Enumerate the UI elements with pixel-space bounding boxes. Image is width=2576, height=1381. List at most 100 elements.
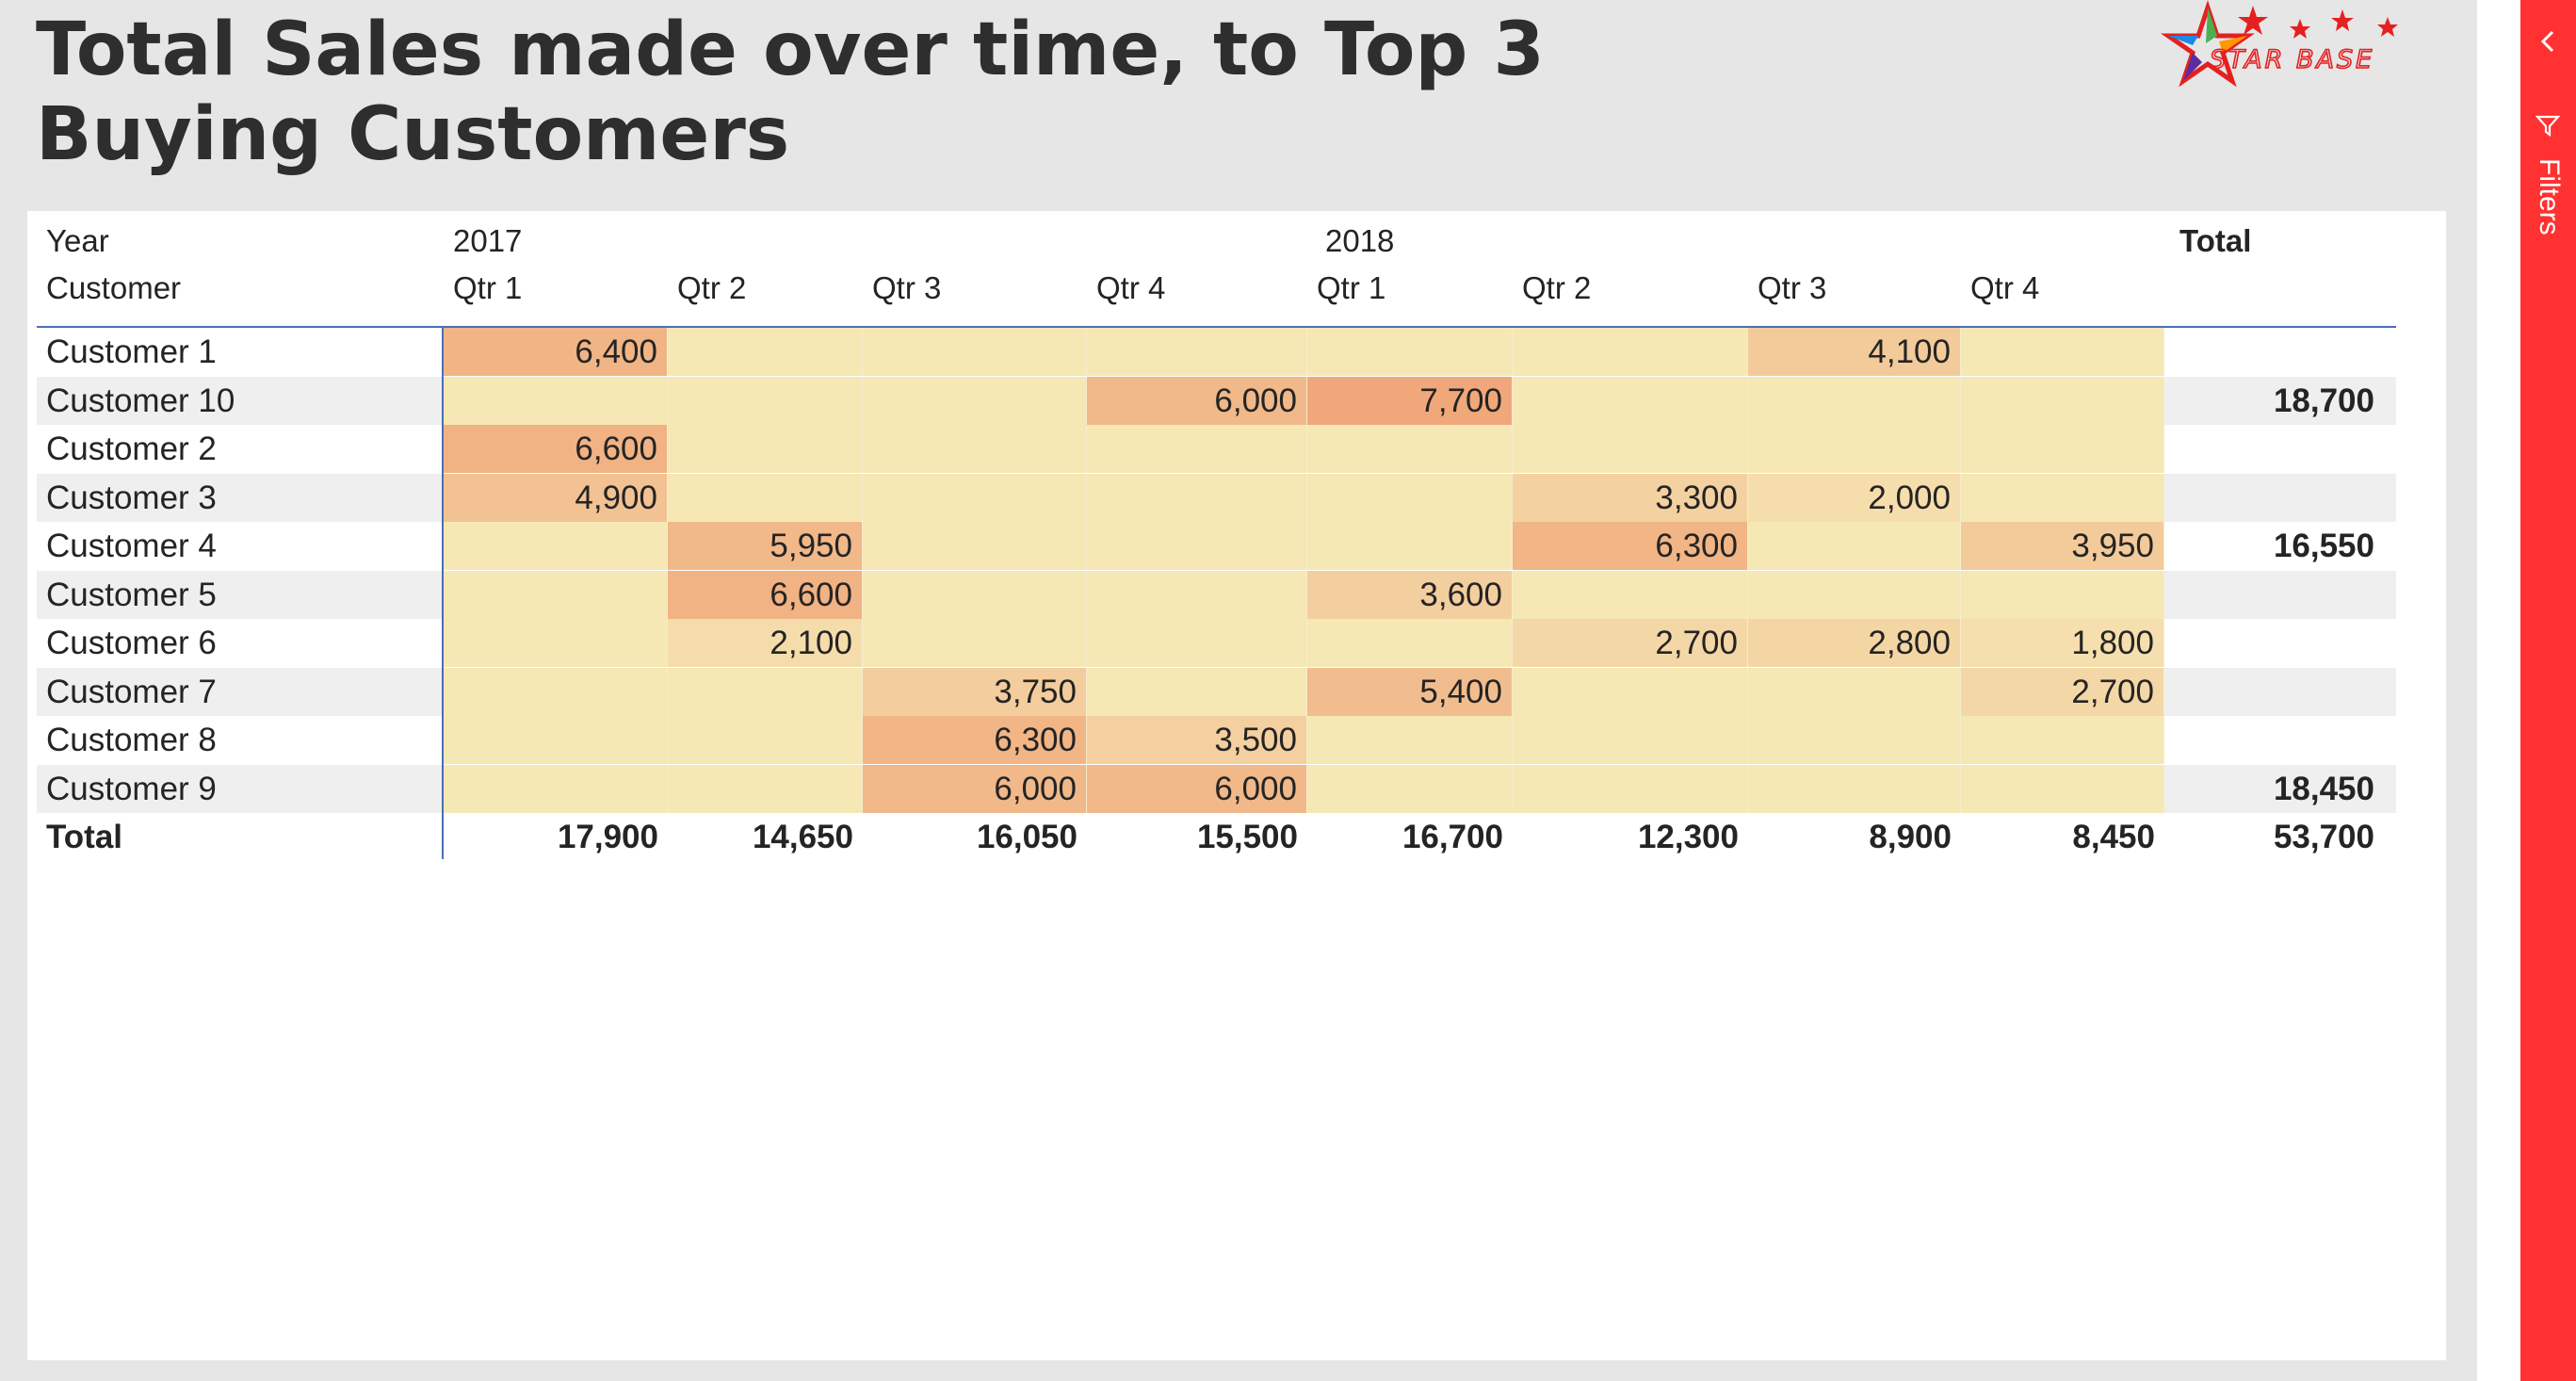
- customer-label[interactable]: Customer 3: [37, 474, 442, 522]
- total-column-header[interactable]: Total: [2170, 219, 2377, 264]
- value-cell[interactable]: [668, 764, 863, 813]
- value-cell[interactable]: [1087, 667, 1307, 716]
- value-cell[interactable]: 6,300: [1513, 522, 1748, 570]
- value-cell[interactable]: [668, 473, 863, 522]
- value-cell[interactable]: [1961, 376, 2164, 425]
- matrix-row[interactable]: Customer 4 5,950 6,300 3,950 16,550: [37, 522, 2396, 570]
- value-cell[interactable]: [1513, 570, 1748, 619]
- value-cell[interactable]: 3,300: [1513, 473, 1748, 522]
- value-cell[interactable]: [668, 328, 863, 376]
- value-cell[interactable]: [1961, 473, 2164, 522]
- value-cell[interactable]: [1307, 328, 1513, 376]
- value-cell[interactable]: 2,100: [668, 619, 863, 667]
- matrix-row[interactable]: Customer 7 3,750 5,400 2,700: [37, 667, 2396, 716]
- value-cell[interactable]: 6,000: [1087, 764, 1307, 813]
- value-cell[interactable]: 5,950: [668, 522, 863, 570]
- value-cell[interactable]: 7,700: [1307, 376, 1513, 425]
- value-cell[interactable]: [1961, 570, 2164, 619]
- value-cell[interactable]: [1307, 764, 1513, 813]
- value-cell[interactable]: 3,500: [1087, 716, 1307, 764]
- value-cell[interactable]: [444, 376, 668, 425]
- matrix-row[interactable]: Customer 3 4,900 3,300 2,000: [37, 473, 2396, 522]
- value-cell[interactable]: [863, 619, 1087, 667]
- matrix-row[interactable]: Customer 10 6,000 7,700 18,700: [37, 376, 2396, 425]
- row-total-cell[interactable]: 18,450: [2170, 765, 2377, 813]
- year-2017-header[interactable]: 2017: [444, 219, 660, 264]
- customer-label[interactable]: Customer 4: [37, 522, 442, 570]
- value-cell[interactable]: 6,000: [1087, 376, 1307, 425]
- value-cell[interactable]: [1087, 619, 1307, 667]
- value-cell[interactable]: 2,000: [1748, 473, 1961, 522]
- value-cell[interactable]: 3,750: [863, 667, 1087, 716]
- quarter-header[interactable]: Qtr 2: [668, 266, 863, 311]
- quarter-header[interactable]: Qtr 1: [1307, 266, 1513, 311]
- row-total-cell[interactable]: [2170, 425, 2377, 473]
- filters-pane[interactable]: Filters: [2520, 0, 2576, 1381]
- matrix-row[interactable]: Customer 8 6,300 3,500: [37, 716, 2396, 764]
- value-cell[interactable]: [1961, 764, 2164, 813]
- value-cell[interactable]: [668, 376, 863, 425]
- value-cell[interactable]: 6,600: [668, 570, 863, 619]
- quarter-header[interactable]: Qtr 4: [1087, 266, 1307, 311]
- row-total-cell[interactable]: [2170, 716, 2377, 764]
- value-cell[interactable]: 6,300: [863, 716, 1087, 764]
- value-cell[interactable]: [863, 425, 1087, 473]
- value-cell[interactable]: 2,800: [1748, 619, 1961, 667]
- value-cell[interactable]: [1087, 473, 1307, 522]
- value-cell[interactable]: 6,000: [863, 764, 1087, 813]
- value-cell[interactable]: [863, 328, 1087, 376]
- value-cell[interactable]: [1748, 570, 1961, 619]
- row-total-cell[interactable]: 16,550: [2170, 522, 2377, 570]
- row-total-cell[interactable]: [2170, 571, 2377, 619]
- value-cell[interactable]: [444, 764, 668, 813]
- row-total-cell[interactable]: [2170, 668, 2377, 716]
- value-cell[interactable]: 2,700: [1961, 667, 2164, 716]
- matrix-row[interactable]: Customer 1 6,400 4,100: [37, 328, 2396, 376]
- chevron-left-icon[interactable]: [2537, 26, 2560, 57]
- value-cell[interactable]: 5,400: [1307, 667, 1513, 716]
- value-cell[interactable]: [1087, 522, 1307, 570]
- value-cell[interactable]: [1513, 376, 1748, 425]
- quarter-header[interactable]: Qtr 2: [1513, 266, 1748, 311]
- quarter-header[interactable]: Qtr 1: [444, 266, 668, 311]
- value-cell[interactable]: [1748, 522, 1961, 570]
- value-cell[interactable]: [1961, 716, 2164, 764]
- customer-label[interactable]: Customer 9: [37, 765, 442, 813]
- customer-label[interactable]: Customer 5: [37, 571, 442, 619]
- value-cell[interactable]: [1513, 764, 1748, 813]
- value-cell[interactable]: [444, 716, 668, 764]
- value-cell[interactable]: 4,900: [444, 473, 668, 522]
- customer-label[interactable]: Customer 7: [37, 668, 442, 716]
- row-total-cell[interactable]: [2170, 474, 2377, 522]
- value-cell[interactable]: [1307, 522, 1513, 570]
- value-cell[interactable]: [668, 716, 863, 764]
- value-cell[interactable]: [1748, 764, 1961, 813]
- value-cell[interactable]: [1513, 716, 1748, 764]
- customer-label[interactable]: Customer 8: [37, 716, 442, 764]
- value-cell[interactable]: [1307, 425, 1513, 473]
- customer-label[interactable]: Customer 1: [37, 328, 442, 376]
- value-cell[interactable]: 3,600: [1307, 570, 1513, 619]
- customer-label[interactable]: Customer 2: [37, 425, 442, 473]
- value-cell[interactable]: 6,400: [444, 328, 668, 376]
- year-2018-header[interactable]: 2018: [1316, 219, 1532, 264]
- quarter-header[interactable]: Qtr 3: [1748, 266, 1961, 311]
- value-cell[interactable]: 2,700: [1513, 619, 1748, 667]
- customer-label[interactable]: Customer 10: [37, 377, 442, 425]
- value-cell[interactable]: [1748, 376, 1961, 425]
- value-cell[interactable]: [1307, 473, 1513, 522]
- value-cell[interactable]: [1513, 667, 1748, 716]
- row-total-cell[interactable]: [2170, 619, 2377, 667]
- matrix-row[interactable]: Customer 6 2,100 2,700 2,800 1,800: [37, 619, 2396, 667]
- customer-header-label[interactable]: Customer: [37, 266, 442, 311]
- matrix-row[interactable]: Customer 9 6,000 6,000 18,450: [37, 764, 2396, 813]
- value-cell[interactable]: [863, 376, 1087, 425]
- value-cell[interactable]: [1307, 716, 1513, 764]
- value-cell[interactable]: [1307, 619, 1513, 667]
- value-cell[interactable]: [1087, 570, 1307, 619]
- value-cell[interactable]: [1748, 425, 1961, 473]
- value-cell[interactable]: [1513, 328, 1748, 376]
- value-cell[interactable]: [1961, 425, 2164, 473]
- matrix-row[interactable]: Customer 5 6,600 3,600: [37, 570, 2396, 619]
- matrix-row[interactable]: Customer 2 6,600: [37, 425, 2396, 473]
